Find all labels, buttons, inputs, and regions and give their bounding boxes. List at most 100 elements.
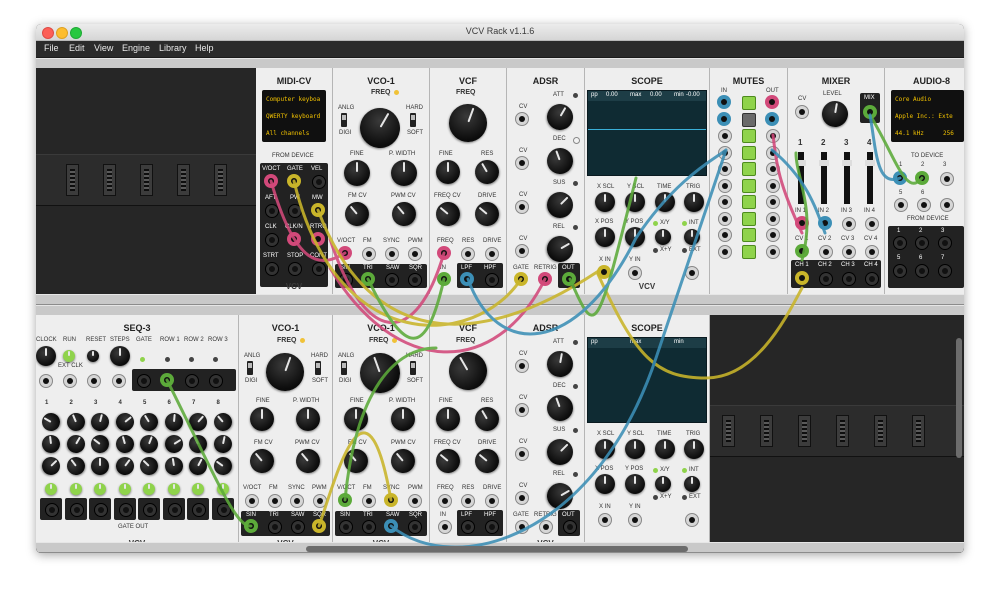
fm-cv-knob[interactable] bbox=[339, 444, 373, 478]
scope-module[interactable]: SCOPE pp 0.00 max 0.00 min -0.00 X SCL Y… bbox=[585, 68, 710, 294]
step-gate-button[interactable] bbox=[143, 483, 155, 495]
steps-knob[interactable] bbox=[110, 346, 130, 366]
cv1-input-plug[interactable] bbox=[795, 244, 809, 258]
ch2-output-jack[interactable] bbox=[819, 272, 833, 286]
pulse-width-knob[interactable] bbox=[391, 407, 415, 431]
mix-output-plug[interactable] bbox=[863, 105, 877, 119]
cv2-input-jack[interactable] bbox=[819, 245, 833, 259]
menu-engine[interactable]: Engine bbox=[122, 43, 150, 53]
mute-toggle-button[interactable] bbox=[742, 178, 756, 193]
release-knob[interactable] bbox=[542, 478, 578, 514]
res-input-jack[interactable] bbox=[461, 494, 475, 508]
in1-input-plug[interactable] bbox=[795, 216, 809, 230]
from-device-5-jack[interactable] bbox=[893, 264, 907, 278]
to-device-6-jack[interactable] bbox=[917, 198, 931, 212]
mw-output-plug[interactable] bbox=[311, 203, 325, 217]
horizontal-scrollbar[interactable] bbox=[306, 546, 688, 552]
y-pos-knob[interactable] bbox=[625, 227, 645, 247]
channel-1-fader[interactable] bbox=[796, 152, 806, 204]
step-knob[interactable] bbox=[113, 432, 136, 456]
from-device-7-jack[interactable] bbox=[938, 264, 952, 278]
vco1-module[interactable]: VCO-1 FREQ ANLG DIGI HARD SOFT FINE P. W… bbox=[333, 68, 430, 294]
mutes-module[interactable]: MUTES IN OUT bbox=[710, 68, 788, 294]
attack-knob[interactable] bbox=[542, 99, 578, 135]
fm-input-jack[interactable] bbox=[362, 247, 376, 261]
sustain-cv-jack[interactable] bbox=[515, 447, 529, 461]
midi-display[interactable]: Computer keyboa QWERTY keyboard All chan… bbox=[262, 90, 326, 142]
sync-input-jack[interactable] bbox=[290, 494, 304, 508]
trigger-knob[interactable] bbox=[684, 192, 704, 212]
mute-toggle-button[interactable] bbox=[742, 228, 756, 242]
pw-output-jack[interactable] bbox=[288, 204, 302, 218]
to-device-7-jack[interactable] bbox=[940, 198, 954, 212]
x-input-jack[interactable] bbox=[598, 513, 612, 527]
step-gate-output-jack[interactable] bbox=[143, 503, 157, 517]
envelope-output-plug[interactable] bbox=[562, 272, 576, 286]
cv3-input-jack[interactable] bbox=[842, 245, 856, 259]
mute-input-jack[interactable] bbox=[718, 162, 732, 176]
lpf-output-jack[interactable] bbox=[461, 520, 475, 534]
mute-output-jack[interactable] bbox=[766, 195, 780, 209]
sync-input-jack[interactable] bbox=[385, 247, 399, 261]
res-input-jack[interactable] bbox=[461, 247, 475, 261]
step-knob[interactable] bbox=[209, 453, 236, 479]
release-cv-jack[interactable] bbox=[515, 244, 529, 258]
strt-output-jack[interactable] bbox=[265, 262, 279, 276]
x-scale-knob[interactable] bbox=[595, 192, 615, 212]
from-device-1-jack[interactable] bbox=[893, 236, 907, 250]
cutoff-knob[interactable] bbox=[443, 98, 493, 148]
sustain-knob[interactable] bbox=[541, 433, 579, 471]
mute-output-jack[interactable] bbox=[766, 129, 780, 143]
row3-output-jack[interactable] bbox=[209, 374, 223, 388]
freq-knob[interactable] bbox=[354, 347, 406, 399]
freq-input-jack[interactable] bbox=[438, 494, 452, 508]
step-gate-button[interactable] bbox=[69, 483, 82, 495]
resonance-knob[interactable] bbox=[470, 402, 504, 436]
clock-input-jack[interactable] bbox=[39, 374, 53, 388]
step-knob[interactable] bbox=[161, 431, 186, 457]
freq-knob[interactable] bbox=[352, 100, 408, 156]
ch4-output-jack[interactable] bbox=[865, 272, 879, 286]
ch3-output-jack[interactable] bbox=[842, 272, 856, 286]
tri-output-jack[interactable] bbox=[268, 520, 282, 534]
mute-toggle-button[interactable] bbox=[742, 129, 756, 143]
mute-output-jack[interactable] bbox=[766, 145, 780, 160]
y-scale-knob[interactable] bbox=[625, 192, 645, 212]
from-device-6-jack[interactable] bbox=[915, 264, 929, 278]
fine-knob[interactable] bbox=[436, 407, 460, 431]
time-knob[interactable] bbox=[655, 439, 675, 459]
mute-toggle-button[interactable] bbox=[742, 112, 756, 127]
step-knob[interactable] bbox=[38, 409, 64, 435]
from-device-3-jack[interactable] bbox=[938, 236, 952, 250]
step-gate-output-jack[interactable] bbox=[192, 503, 206, 517]
freq-cv-knob[interactable] bbox=[431, 444, 465, 478]
xy-mode-button[interactable] bbox=[655, 229, 671, 245]
mute-input-jack[interactable] bbox=[718, 178, 732, 193]
step-gate-output-jack[interactable] bbox=[216, 503, 231, 517]
mute-input-jack[interactable] bbox=[718, 129, 732, 143]
cv4-input-jack[interactable] bbox=[865, 245, 879, 259]
gate-output-jack[interactable] bbox=[137, 374, 151, 388]
step-knob[interactable] bbox=[137, 432, 161, 456]
steps-input-jack[interactable] bbox=[112, 374, 126, 388]
release-knob[interactable] bbox=[542, 231, 578, 267]
audio-device[interactable]: Apple Inc.: Exte bbox=[895, 113, 953, 120]
sin-output-jack[interactable] bbox=[339, 273, 353, 287]
step-gate-button[interactable] bbox=[192, 483, 204, 495]
lpf-output-plug[interactable] bbox=[460, 272, 474, 286]
mute-toggle-button[interactable] bbox=[742, 145, 756, 160]
mute-toggle-button[interactable] bbox=[742, 195, 756, 209]
mute-input-jack[interactable] bbox=[717, 95, 731, 109]
step-gate-button[interactable] bbox=[118, 483, 131, 495]
midi-cv-module[interactable]: MIDI-CV Computer keyboa QWERTY keyboard … bbox=[256, 68, 333, 294]
vertical-scrollbar[interactable] bbox=[956, 338, 962, 458]
saw-output-jack[interactable] bbox=[385, 273, 399, 287]
mute-output-jack[interactable] bbox=[765, 95, 779, 109]
sin-output-jack[interactable] bbox=[339, 520, 353, 534]
trigger-source-button[interactable] bbox=[684, 229, 700, 245]
menu-file[interactable]: File bbox=[44, 43, 59, 53]
step-gate-button[interactable] bbox=[45, 483, 57, 495]
in2-input-plug[interactable] bbox=[818, 216, 832, 230]
step-knob[interactable] bbox=[185, 409, 211, 435]
freq-cv-knob[interactable] bbox=[431, 197, 465, 231]
